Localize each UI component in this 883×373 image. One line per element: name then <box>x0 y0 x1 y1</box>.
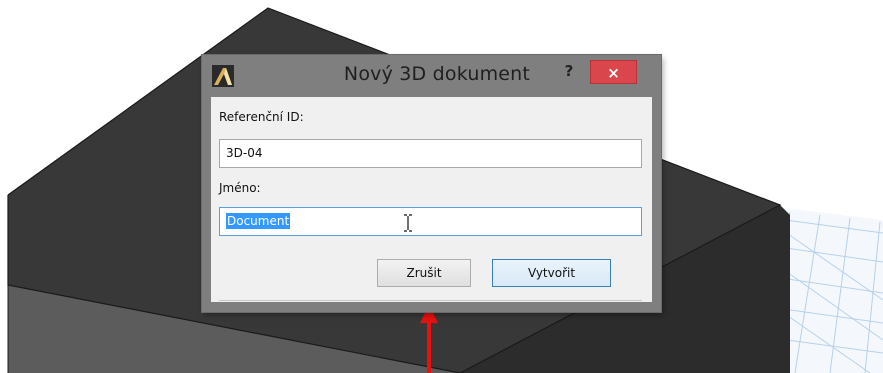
name-field[interactable]: Document <box>219 207 642 236</box>
red-arrow-annotation <box>420 305 438 373</box>
cancel-button[interactable]: Zrušit <box>377 259 471 287</box>
help-button[interactable]: ? <box>554 60 584 82</box>
dialog-titlebar[interactable]: Nový 3D dokument ? × <box>202 55 661 96</box>
archicad-app-icon <box>212 65 234 87</box>
name-label: Jméno: <box>219 181 261 195</box>
dialog-content: Referenční ID: 3D-04 Jméno: Document Zru… <box>211 97 652 302</box>
divider <box>219 300 642 301</box>
reference-id-value: 3D-04 <box>226 146 263 160</box>
new-3d-document-dialog: Nový 3D dokument ? × Referenční ID: 3D-0… <box>202 55 661 312</box>
text-cursor-icon <box>404 214 412 232</box>
close-button[interactable]: × <box>590 60 637 84</box>
reference-id-label: Referenční ID: <box>219 110 304 124</box>
name-value-selected: Document <box>226 213 291 229</box>
create-button[interactable]: Vytvořit <box>492 259 611 287</box>
dialog-title: Nový 3D dokument <box>343 63 531 85</box>
3d-viewport[interactable]: Nový 3D dokument ? × Referenční ID: 3D-0… <box>0 0 883 373</box>
reference-id-field[interactable]: 3D-04 <box>219 139 642 168</box>
